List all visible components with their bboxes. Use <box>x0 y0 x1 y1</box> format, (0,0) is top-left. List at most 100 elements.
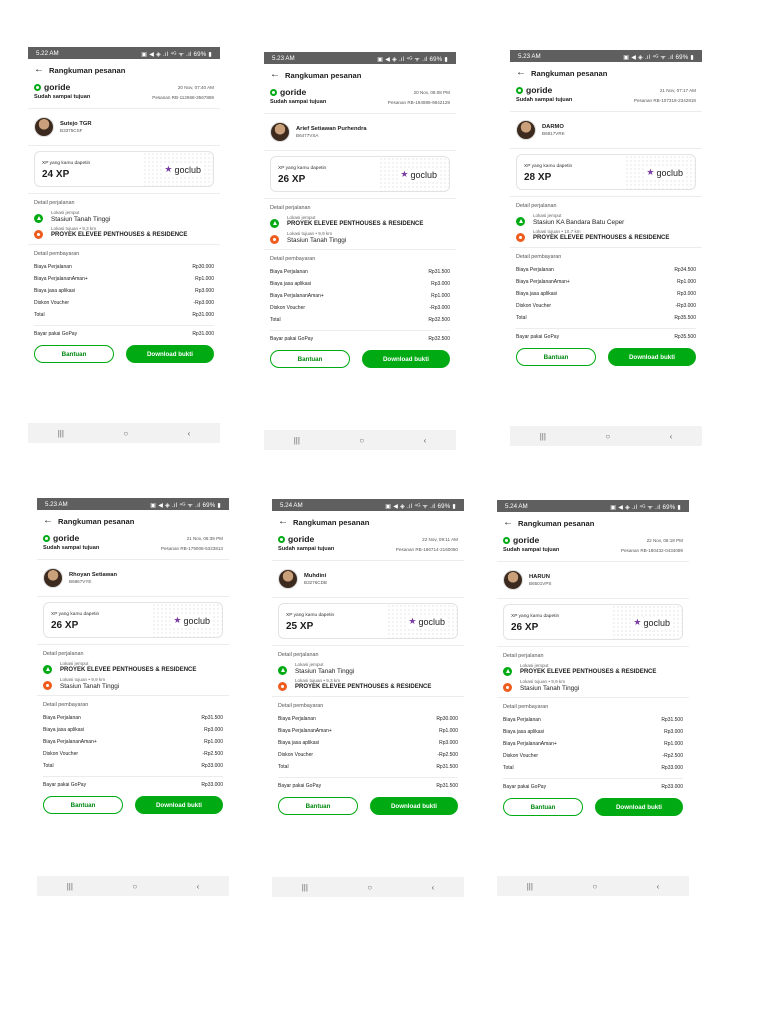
payment-row-label: Biaya Perjalanan <box>34 264 72 270</box>
back-icon[interactable]: ‹ <box>432 883 435 892</box>
payment-rows: Biaya Perjalanan Rp34.500 Biaya Perjalanan… <box>516 264 696 324</box>
download-receipt-button[interactable]: Download bukti <box>362 350 450 368</box>
home-icon[interactable]: ○ <box>605 432 610 441</box>
payment-row-value: -Rp3.000 <box>193 300 214 306</box>
action-buttons: Bantuan Download bukti <box>503 798 683 816</box>
pickup-pin-icon <box>516 217 525 226</box>
help-button[interactable]: Bantuan <box>516 348 596 366</box>
payment-method-value: Rp31.000 <box>192 331 214 337</box>
pickup-name: PROYEK ELEVEE PENTHOUSES & RESIDENCE <box>520 669 657 675</box>
help-button[interactable]: Bantuan <box>34 345 114 363</box>
xp-card[interactable]: XP yang kamu dapetin 24 XP ★ goclub <box>34 151 214 187</box>
payment-row: Total Rp31.500 <box>278 761 458 773</box>
back-arrow-icon[interactable]: ← <box>34 65 44 75</box>
status-bar: 5.24 AM ▣ ◀ ◈ .ıl ⁴ᴳ ᯤ .ıl 69% ▮ <box>272 499 464 511</box>
payment-method-value: Rp33.000 <box>201 782 223 788</box>
recent-apps-icon[interactable]: ||| <box>58 429 64 438</box>
help-button[interactable]: Bantuan <box>278 797 358 815</box>
goclub-label: goclub <box>174 164 201 175</box>
pickup-stop: Lokasi jemput PROYEK ELEVEE PENTHOUSES &… <box>43 661 223 674</box>
back-icon[interactable]: ‹ <box>197 882 200 891</box>
back-icon[interactable]: ‹ <box>424 436 427 445</box>
driver-name: Muhdini <box>304 573 327 579</box>
download-receipt-button[interactable]: Download bukti <box>595 798 683 816</box>
recent-apps-icon[interactable]: ||| <box>67 882 73 891</box>
home-icon[interactable]: ○ <box>132 882 137 891</box>
download-receipt-button[interactable]: Download bukti <box>135 796 223 814</box>
payment-row-value: Rp3.000 <box>195 288 214 294</box>
pickup-pin-icon <box>34 214 43 223</box>
payment-row: Biaya Perjalanan Rp34.500 <box>516 264 696 276</box>
divider <box>497 646 689 647</box>
help-button[interactable]: Bantuan <box>270 350 350 368</box>
recent-apps-icon[interactable]: ||| <box>540 432 546 441</box>
goride-logo: goride <box>270 87 326 97</box>
payment-row: Diskon Voucher -Rp3.000 <box>34 297 214 309</box>
driver-name: DARMO <box>542 124 564 130</box>
recent-apps-icon[interactable]: ||| <box>294 436 300 445</box>
download-receipt-button[interactable]: Download bukti <box>126 345 214 363</box>
xp-value: 26 XP <box>278 174 306 185</box>
xp-value: 24 XP <box>42 169 70 180</box>
payment-row: Biaya PerjalananAman+ Rp1.000 <box>278 725 458 737</box>
payment-row-label: Total <box>278 764 289 770</box>
pickup-label: Lokasi jemput <box>51 210 80 215</box>
payment-method-row: Bayar pakai GoPay Rp33.000 <box>503 778 683 793</box>
action-buttons: Bantuan Download bukti <box>43 796 223 814</box>
xp-card[interactable]: XP yang kamu dapetin 26 XP ★ goclub <box>270 156 450 192</box>
back-icon[interactable]: ‹ <box>657 882 660 891</box>
home-icon[interactable]: ○ <box>592 882 597 891</box>
payment-row-value: Rp35.500 <box>674 315 696 321</box>
status-time: 5.23 AM <box>45 500 68 508</box>
payment-row-value: Rp32.500 <box>428 317 450 323</box>
payment-row-value: Rp31.500 <box>201 715 223 721</box>
destination-stop: Lokasi tujuan • 9,9 km Stasiun Tanah Tin… <box>43 677 223 690</box>
payment-row-label: Biaya jasa aplikasi <box>34 288 76 294</box>
destination-pin-icon <box>270 235 279 244</box>
recent-apps-icon[interactable]: ||| <box>302 883 308 892</box>
back-icon[interactable]: ‹ <box>670 432 673 441</box>
order-date: 21 Nov, 07:17 AM <box>659 88 696 93</box>
home-icon[interactable]: ○ <box>359 436 364 445</box>
goride-logo-icon <box>34 83 41 91</box>
home-icon[interactable]: ○ <box>367 883 372 892</box>
download-receipt-button[interactable]: Download bukti <box>370 797 458 815</box>
recent-apps-icon[interactable]: ||| <box>527 882 533 891</box>
payment-method-value: Rp35.500 <box>674 334 696 340</box>
xp-card[interactable]: XP yang kamu dapetin 28 XP ★ goclub <box>516 154 696 190</box>
destination-stop: Lokasi tujuan • 9,9 km Stasiun Tanah Tin… <box>503 679 683 692</box>
payment-method-value: Rp32.500 <box>428 336 450 342</box>
driver-plate: B6501VPS <box>529 581 552 586</box>
order-summary-screen: 5.23 AM ▣ ◀ ◈ .ıl ⁴ᴳ ᯤ .ıl 69% ▮ ← Rangk… <box>37 498 229 896</box>
divider <box>37 596 229 597</box>
help-button[interactable]: Bantuan <box>43 796 123 814</box>
driver-plate: B3375CSF <box>60 128 83 133</box>
pickup-stop: Lokasi jemput PROYEK ELEVEE PENTHOUSES &… <box>270 215 450 228</box>
page-header: ← Rangkuman pesanan <box>278 512 458 532</box>
help-button[interactable]: Bantuan <box>503 798 583 816</box>
pickup-label: Lokasi jemput <box>520 663 549 668</box>
page-title: Rangkuman pesanan <box>518 518 595 528</box>
back-arrow-icon[interactable]: ← <box>278 517 288 527</box>
back-arrow-icon[interactable]: ← <box>503 518 513 528</box>
brand-name: goride <box>53 533 80 543</box>
home-icon[interactable]: ○ <box>123 429 128 438</box>
order-summary-screen: 5.24 AM ▣ ◀ ◈ .ıl ⁴ᴳ ᯤ .ıl 69% ▮ ← Rangk… <box>272 499 464 897</box>
pickup-pin-icon <box>270 219 279 228</box>
back-icon[interactable]: ‹ <box>188 429 191 438</box>
back-arrow-icon[interactable]: ← <box>43 516 53 526</box>
payment-method-value: Rp33.000 <box>661 784 683 790</box>
pickup-name: Stasiun Tanah Tinggi <box>295 668 355 675</box>
goride-logo-icon <box>503 536 510 544</box>
payment-row-value: Rp31.000 <box>192 312 214 318</box>
payment-row-value: Rp1.000 <box>439 728 458 734</box>
divider <box>497 561 689 562</box>
divider <box>272 696 464 697</box>
back-arrow-icon[interactable]: ← <box>516 68 526 78</box>
xp-card[interactable]: XP yang kamu dapetin 26 XP ★ goclub <box>503 604 683 640</box>
xp-card[interactable]: XP yang kamu dapetin 25 XP ★ goclub <box>278 603 458 639</box>
status-icons: ▣ ◀ ◈ .ıl ⁴ᴳ ᯤ .ıl 69% ▮ <box>623 53 694 61</box>
download-receipt-button[interactable]: Download bukti <box>608 348 696 366</box>
back-arrow-icon[interactable]: ← <box>270 70 280 80</box>
xp-card[interactable]: XP yang kamu dapetin 26 XP ★ goclub <box>43 602 223 638</box>
